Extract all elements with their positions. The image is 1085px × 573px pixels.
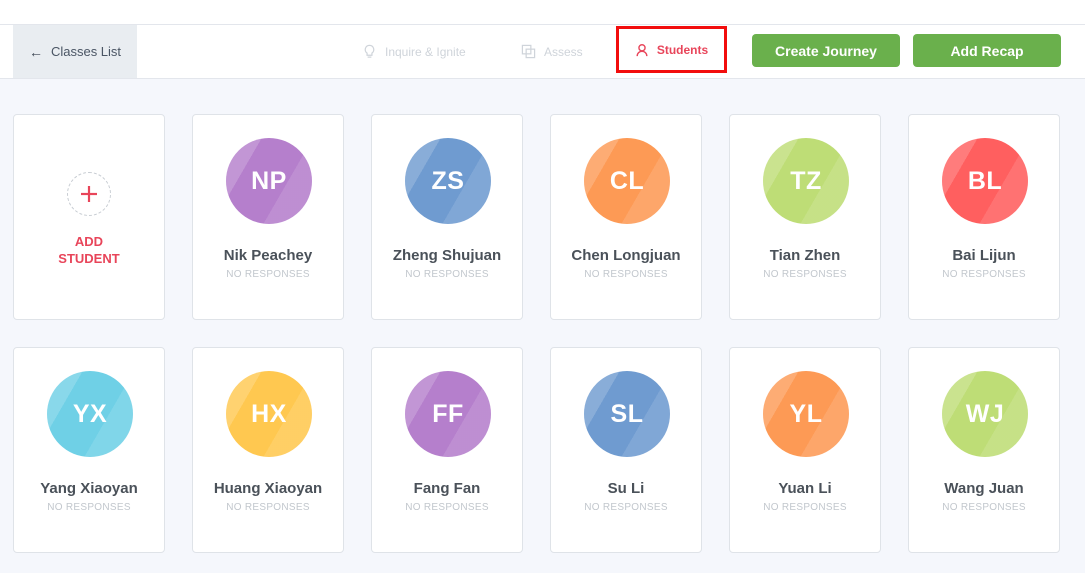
tab-students-label: Students	[656, 42, 709, 57]
plus-icon	[81, 186, 97, 202]
student-initials: YX	[72, 399, 108, 428]
student-avatar: WJ	[942, 371, 1028, 457]
student-status: NO RESPONSES	[584, 269, 668, 280]
student-avatar: BL	[942, 138, 1028, 224]
tab-inquire-ignite[interactable]: Inquire & Ignite	[362, 25, 466, 78]
arrow-left-icon: ←	[28, 43, 43, 60]
student-name: Bai Lijun	[952, 247, 1016, 264]
student-status: NO RESPONSES	[47, 502, 131, 513]
student-status: NO RESPONSES	[226, 269, 310, 280]
student-status: NO RESPONSES	[763, 502, 847, 513]
student-card[interactable]: NP Nik Peachey NO RESPONSES	[192, 114, 344, 320]
student-name: Fang Fan	[413, 480, 481, 497]
student-initials: TZ	[790, 166, 822, 195]
student-avatar: SL	[584, 371, 670, 457]
add-student-circle	[67, 172, 111, 216]
student-avatar: NP	[226, 138, 312, 224]
student-initials: HX	[251, 399, 287, 428]
student-name: Zheng Shujuan	[392, 247, 502, 264]
student-name: Wang Juan	[944, 480, 1024, 497]
tab-assess-label: Assess	[544, 44, 583, 59]
student-icon	[636, 43, 648, 56]
top-strip	[0, 0, 1085, 25]
add-student-label: ADD STUDENT	[58, 234, 120, 266]
student-initials: BL	[967, 166, 1003, 195]
student-status: NO RESPONSES	[226, 502, 310, 513]
student-card[interactable]: YX Yang Xiaoyan NO RESPONSES	[13, 347, 165, 553]
student-status: NO RESPONSES	[942, 502, 1026, 513]
student-initials: SL	[610, 399, 644, 428]
student-card[interactable]: HX Huang Xiaoyan NO RESPONSES	[192, 347, 344, 553]
student-initials: NP	[251, 166, 287, 195]
student-name: Chen Longjuan	[571, 247, 681, 264]
back-to-classes-button[interactable]: ← Classes List	[13, 25, 137, 78]
add-recap-button[interactable]: Add Recap	[913, 34, 1061, 67]
navbar: ← Classes List Inquire & Ignite Assess S…	[0, 25, 1085, 79]
student-initials: YL	[789, 399, 823, 428]
student-avatar: YX	[47, 371, 133, 457]
student-status: NO RESPONSES	[942, 269, 1026, 280]
student-name: Yang Xiaoyan	[40, 480, 138, 497]
student-avatar: TZ	[763, 138, 849, 224]
student-card[interactable]: WJ Wang Juan NO RESPONSES	[908, 347, 1060, 553]
student-initials: ZS	[431, 166, 465, 195]
student-avatar: ZS	[405, 138, 491, 224]
tab-inquire-label: Inquire & Ignite	[385, 44, 466, 59]
student-initials: CL	[609, 166, 645, 195]
student-initials: WJ	[965, 399, 1005, 428]
student-card[interactable]: FF Fang Fan NO RESPONSES	[371, 347, 523, 553]
student-avatar: FF	[405, 371, 491, 457]
student-card[interactable]: TZ Tian Zhen NO RESPONSES	[729, 114, 881, 320]
tab-students[interactable]: Students	[616, 26, 727, 73]
create-journey-button[interactable]: Create Journey	[752, 34, 900, 67]
student-card[interactable]: ZS Zheng Shujuan NO RESPONSES	[371, 114, 523, 320]
student-avatar: CL	[584, 138, 670, 224]
student-name: Yuan Li	[778, 480, 832, 497]
student-name: Huang Xiaoyan	[213, 480, 323, 497]
student-status: NO RESPONSES	[584, 502, 668, 513]
student-initials: FF	[432, 399, 464, 428]
student-card[interactable]: SL Su Li NO RESPONSES	[550, 347, 702, 553]
student-avatar: HX	[226, 371, 312, 457]
student-card[interactable]: YL Yuan Li NO RESPONSES	[729, 347, 881, 553]
student-status: NO RESPONSES	[763, 269, 847, 280]
student-name: Tian Zhen	[769, 247, 841, 264]
student-card[interactable]: CL Chen Longjuan NO RESPONSES	[550, 114, 702, 320]
tab-assess[interactable]: Assess	[521, 25, 583, 78]
add-student-card[interactable]: ADD STUDENT	[13, 114, 165, 320]
student-status: NO RESPONSES	[405, 502, 489, 513]
student-name: Su Li	[607, 480, 645, 497]
student-name: Nik Peachey	[223, 247, 313, 264]
student-status: NO RESPONSES	[405, 269, 489, 280]
back-button-label: Classes List	[50, 44, 122, 59]
lightbulb-icon	[364, 44, 375, 58]
student-card[interactable]: BL Bai Lijun NO RESPONSES	[908, 114, 1060, 320]
assess-icon	[521, 44, 536, 59]
student-avatar: YL	[763, 371, 849, 457]
